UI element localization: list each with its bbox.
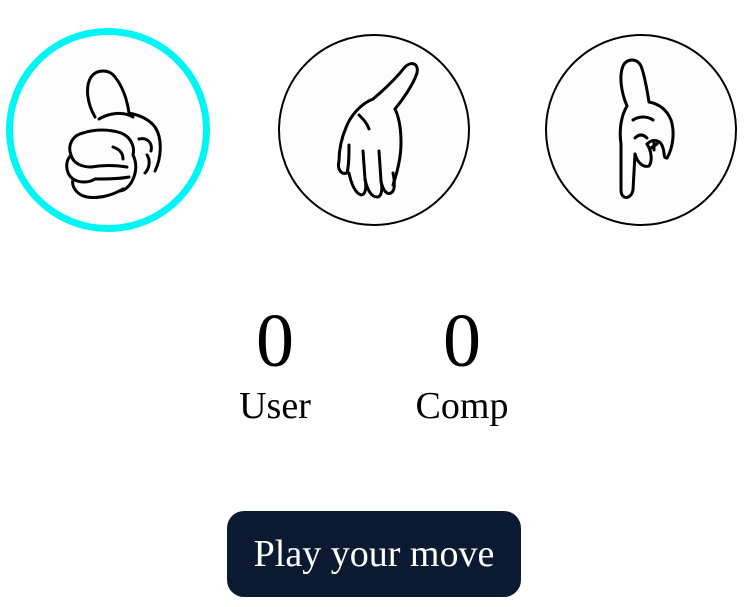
paper-choice[interactable] bbox=[278, 34, 470, 226]
scissors-hand-icon bbox=[618, 58, 675, 199]
comp-score-panel: 0 Comp bbox=[382, 298, 542, 428]
paper-hand-icon bbox=[337, 62, 419, 199]
user-score-label: User bbox=[239, 385, 311, 427]
rock-fist-icon bbox=[65, 69, 162, 199]
rock-choice[interactable] bbox=[6, 28, 210, 232]
scissors-choice[interactable] bbox=[545, 34, 737, 226]
play-your-move-button[interactable]: Play your move bbox=[227, 511, 521, 597]
comp-score: 0 bbox=[443, 299, 481, 383]
user-score-panel: 0 User bbox=[195, 298, 355, 428]
user-score: 0 bbox=[256, 299, 294, 383]
comp-score-label: Comp bbox=[415, 385, 509, 427]
